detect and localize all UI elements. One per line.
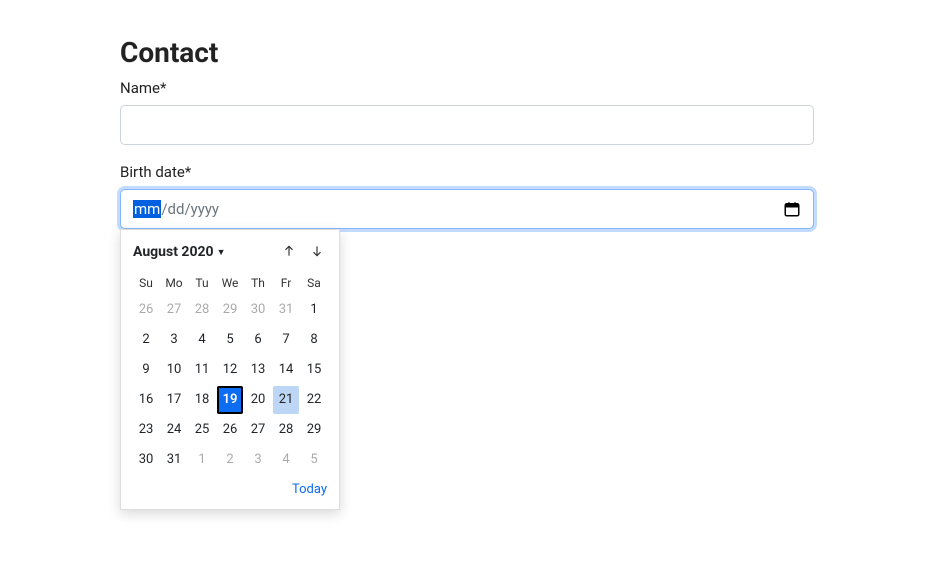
datepicker-dow: Sa	[301, 272, 327, 294]
datepicker-dow: Fr	[273, 272, 299, 294]
datepicker-day[interactable]: 31	[161, 446, 187, 474]
arrow-down-icon	[310, 244, 324, 261]
datepicker-day[interactable]: 29	[217, 296, 243, 324]
datepicker-day[interactable]: 1	[301, 296, 327, 324]
datepicker-day[interactable]: 4	[273, 446, 299, 474]
datepicker-day[interactable]: 14	[273, 356, 299, 384]
datepicker-day[interactable]: 9	[133, 356, 159, 384]
datepicker-day[interactable]: 10	[161, 356, 187, 384]
datepicker-day[interactable]: 27	[245, 416, 271, 444]
datepicker-day[interactable]: 5	[301, 446, 327, 474]
datepicker-day[interactable]: 6	[245, 326, 271, 354]
datepicker-dow: Tu	[189, 272, 215, 294]
datepicker-grid: SuMoTuWeThFrSa26272829303112345678910111…	[133, 272, 327, 474]
date-segment-yyyy[interactable]: yyyy	[191, 200, 219, 218]
datepicker-day[interactable]: 15	[301, 356, 327, 384]
datepicker-day[interactable]: 21	[273, 386, 299, 414]
name-field-group: Name*	[120, 79, 814, 145]
birthdate-input[interactable]: mm/dd/yyyy	[120, 189, 814, 229]
birthdate-label: Birth date*	[120, 163, 814, 181]
caret-down-icon: ▼	[217, 247, 226, 258]
datepicker-day[interactable]: 25	[189, 416, 215, 444]
datepicker-day[interactable]: 30	[133, 446, 159, 474]
datepicker-day[interactable]: 12	[217, 356, 243, 384]
datepicker-popup: August 2020 ▼ SuMoTuWeTh	[120, 229, 340, 510]
datepicker-day[interactable]: 17	[161, 386, 187, 414]
page-title: Contact	[120, 36, 814, 69]
datepicker-day[interactable]: 26	[217, 416, 243, 444]
datepicker-day[interactable]: 18	[189, 386, 215, 414]
date-segment-mm[interactable]: mm	[133, 200, 161, 218]
datepicker-day[interactable]: 8	[301, 326, 327, 354]
datepicker-day[interactable]: 5	[217, 326, 243, 354]
date-segment-dd[interactable]: dd	[168, 200, 185, 218]
datepicker-day[interactable]: 2	[133, 326, 159, 354]
datepicker-day[interactable]: 24	[161, 416, 187, 444]
datepicker-month-year-label: August 2020	[133, 244, 214, 260]
datepicker-day[interactable]: 2	[217, 446, 243, 474]
datepicker-day[interactable]: 28	[273, 416, 299, 444]
datepicker-day[interactable]: 16	[133, 386, 159, 414]
datepicker-day[interactable]: 13	[245, 356, 271, 384]
birthdate-value: mm/dd/yyyy	[133, 200, 219, 218]
datepicker-day[interactable]: 28	[189, 296, 215, 324]
datepicker-next-button[interactable]	[307, 242, 327, 262]
datepicker-day[interactable]: 20	[245, 386, 271, 414]
datepicker-dow: Mo	[161, 272, 187, 294]
datepicker-dow: Su	[133, 272, 159, 294]
datepicker-day[interactable]: 1	[189, 446, 215, 474]
datepicker-month-year-button[interactable]: August 2020 ▼	[133, 244, 225, 260]
datepicker-day[interactable]: 3	[245, 446, 271, 474]
name-label: Name*	[120, 79, 814, 97]
datepicker-today-link[interactable]: Today	[292, 482, 327, 497]
datepicker-day[interactable]: 3	[161, 326, 187, 354]
datepicker-day[interactable]: 7	[273, 326, 299, 354]
datepicker-day[interactable]: 22	[301, 386, 327, 414]
datepicker-day[interactable]: 19	[217, 386, 243, 414]
datepicker-prev-button[interactable]	[279, 242, 299, 262]
datepicker-day[interactable]: 31	[273, 296, 299, 324]
datepicker-day[interactable]: 26	[133, 296, 159, 324]
datepicker-day[interactable]: 4	[189, 326, 215, 354]
datepicker-day[interactable]: 11	[189, 356, 215, 384]
calendar-icon[interactable]	[783, 200, 801, 218]
datepicker-dow: Th	[245, 272, 271, 294]
datepicker-day[interactable]: 29	[301, 416, 327, 444]
birthdate-field-group: Birth date* mm/dd/yyyy August 2020 ▼	[120, 163, 814, 229]
datepicker-day[interactable]: 27	[161, 296, 187, 324]
name-input[interactable]	[120, 105, 814, 145]
arrow-up-icon	[282, 244, 296, 261]
datepicker-day[interactable]: 30	[245, 296, 271, 324]
datepicker-day[interactable]: 23	[133, 416, 159, 444]
datepicker-dow: We	[217, 272, 243, 294]
